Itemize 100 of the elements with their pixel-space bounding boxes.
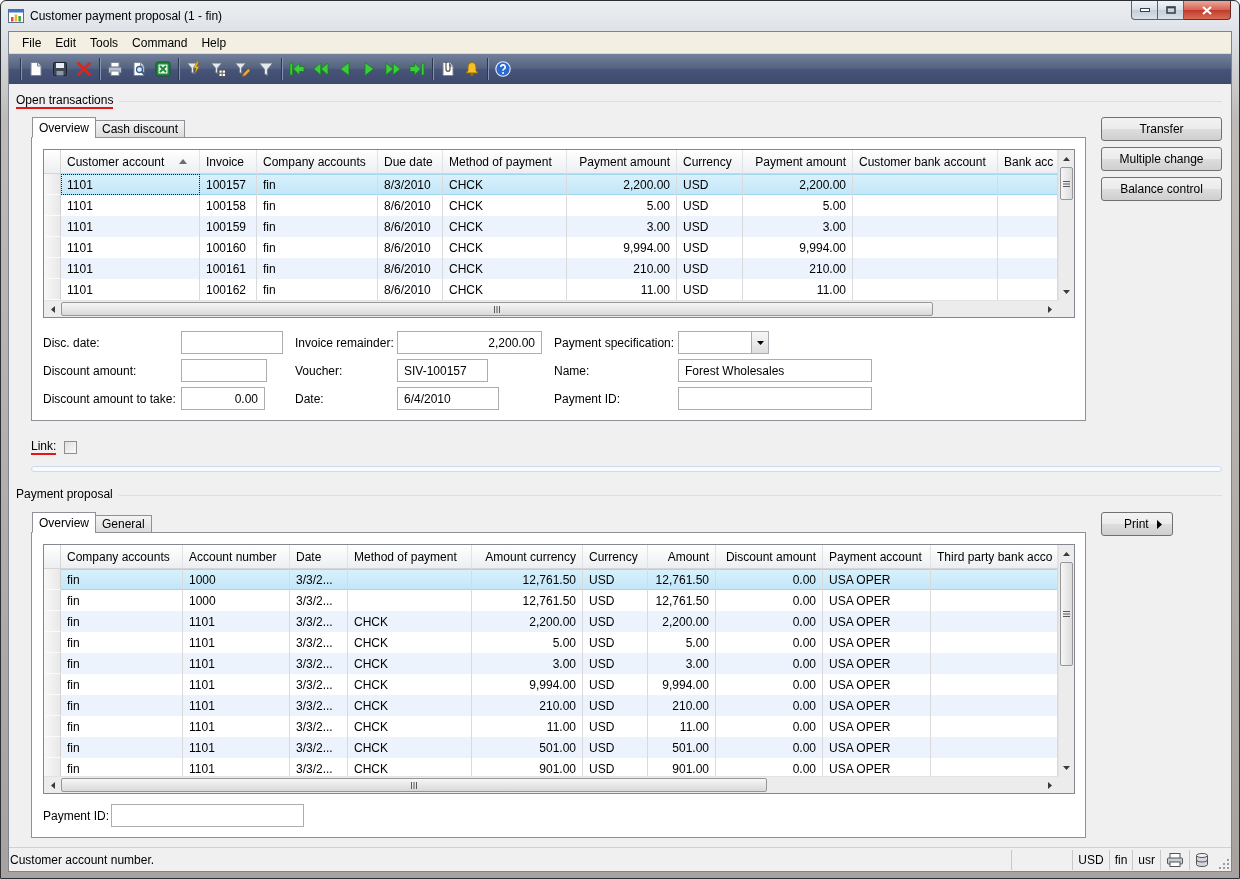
triangle-down-icon[interactable] bbox=[1063, 765, 1070, 770]
input-field[interactable] bbox=[111, 804, 304, 827]
scrollbar-thumb[interactable] bbox=[61, 778, 767, 792]
column-header[interactable]: Company accounts bbox=[257, 150, 378, 173]
triangle-left-icon[interactable] bbox=[50, 781, 55, 789]
menu-item[interactable]: Edit bbox=[48, 33, 84, 52]
table-row[interactable]: fin 1101 3/3/2... CHCK 9,994.00 USD 9,994.00 0.00 USA OPER bbox=[44, 674, 1058, 695]
funnel-icon[interactable] bbox=[258, 61, 274, 77]
column-header[interactable]: Payment amount bbox=[567, 150, 677, 173]
funnel-bolt-icon[interactable] bbox=[186, 61, 202, 77]
dropdown-field[interactable] bbox=[678, 331, 769, 354]
tab[interactable]: Cash discount bbox=[95, 120, 186, 138]
arrow-bar-left-icon[interactable] bbox=[289, 61, 305, 77]
field-label: Payment specification: bbox=[554, 335, 676, 350]
table-row[interactable]: 1101 100159 fin 8/6/2010 CHCK 3.00 USD 3.00 bbox=[44, 216, 1058, 237]
input-field[interactable]: 0.00 bbox=[181, 387, 265, 410]
printer-icon[interactable] bbox=[107, 61, 123, 77]
table-row[interactable]: fin 1101 3/3/2... CHCK 5.00 USD 5.00 0.00 USA OPER bbox=[44, 632, 1058, 653]
column-header[interactable]: Customer bank account bbox=[853, 150, 998, 173]
arrow-left-icon[interactable] bbox=[337, 61, 353, 77]
table-row[interactable]: fin 1101 3/3/2... CHCK 2,200.00 USD 2,200.00 0.00 USA OPER bbox=[44, 611, 1058, 632]
column-header[interactable]: Payment amount bbox=[743, 150, 853, 173]
column-header[interactable]: Due date bbox=[378, 150, 443, 173]
spreadsheet-icon[interactable] bbox=[155, 61, 171, 77]
column-header[interactable]: Payment account bbox=[823, 545, 931, 568]
link-checkbox[interactable] bbox=[64, 440, 78, 454]
triangle-right-icon[interactable] bbox=[1047, 781, 1052, 789]
input-field[interactable] bbox=[678, 387, 872, 410]
resize-grip-icon[interactable] bbox=[1218, 858, 1229, 869]
bell-icon[interactable] bbox=[464, 61, 480, 77]
tab[interactable]: Overview bbox=[32, 117, 96, 138]
table-row[interactable]: 1101 100157 fin 8/3/2010 CHCK 2,200.00 USD 2,200.00 bbox=[44, 174, 1058, 195]
input-field[interactable]: Forest Wholesales bbox=[678, 359, 872, 382]
input-field[interactable]: 6/4/2010 bbox=[397, 387, 499, 410]
menu-item[interactable]: Tools bbox=[83, 33, 126, 52]
menu-button[interactable]: Print bbox=[1101, 512, 1173, 536]
column-header[interactable]: Company accounts bbox=[61, 545, 183, 568]
triangle-right-icon[interactable] bbox=[1047, 305, 1052, 313]
vertical-scrollbar[interactable] bbox=[1058, 150, 1074, 300]
column-header[interactable]: Customer account bbox=[61, 150, 200, 173]
document-icon[interactable] bbox=[28, 61, 44, 77]
input-field[interactable]: SIV-100157 bbox=[397, 359, 488, 382]
table-row[interactable]: fin 1000 3/3/2... 12,761.50 USD 12,761.50 0.00 USA OPER bbox=[44, 590, 1058, 611]
document-magnifier-icon[interactable] bbox=[131, 61, 147, 77]
double-arrow-right-icon[interactable] bbox=[385, 61, 401, 77]
menu-item[interactable]: File bbox=[15, 33, 49, 52]
column-header[interactable]: Account number bbox=[183, 545, 290, 568]
column-header[interactable]: Invoice bbox=[200, 150, 257, 173]
status-panel: fin bbox=[1108, 849, 1133, 870]
scrollbar-thumb[interactable] bbox=[61, 302, 934, 316]
table-row[interactable]: 1101 100162 fin 8/6/2010 CHCK 11.00 USD 11.00 bbox=[44, 279, 1058, 300]
tab[interactable]: General bbox=[95, 515, 152, 533]
table-row[interactable]: fin 1101 3/3/2... CHCK 901.00 USD 901.00 0.00 USA OPER bbox=[44, 758, 1058, 776]
input-field[interactable] bbox=[181, 331, 283, 354]
column-header[interactable]: Amount currency bbox=[472, 545, 583, 568]
scrollbar-thumb[interactable] bbox=[1060, 562, 1073, 666]
table-row[interactable]: fin 1101 3/3/2... CHCK 210.00 USD 210.00 0.00 USA OPER bbox=[44, 695, 1058, 716]
funnel-pencil-icon[interactable] bbox=[234, 61, 250, 77]
column-header[interactable]: Amount bbox=[648, 545, 716, 568]
column-header[interactable]: Method of payment bbox=[348, 545, 472, 568]
input-field[interactable] bbox=[181, 359, 267, 382]
table-row[interactable]: 1101 100158 fin 8/6/2010 CHCK 5.00 USD 5.00 bbox=[44, 195, 1058, 216]
column-header[interactable]: Date bbox=[290, 545, 348, 568]
help-icon[interactable] bbox=[495, 61, 511, 77]
column-header[interactable]: Currency bbox=[583, 545, 648, 568]
table-row[interactable]: fin 1101 3/3/2... CHCK 11.00 USD 11.00 0.00 USA OPER bbox=[44, 716, 1058, 737]
vertical-scrollbar[interactable] bbox=[1058, 545, 1074, 776]
minimize-button[interactable] bbox=[1131, 1, 1158, 20]
action-button[interactable]: Multiple change bbox=[1101, 147, 1222, 171]
triangle-down-icon[interactable] bbox=[1063, 289, 1070, 294]
column-header[interactable]: Method of payment bbox=[443, 150, 567, 173]
table-row[interactable]: fin 1101 3/3/2... CHCK 3.00 USD 3.00 0.00 USA OPER bbox=[44, 653, 1058, 674]
horizontal-scrollbar[interactable] bbox=[44, 300, 1058, 317]
arrow-bar-right-icon[interactable] bbox=[409, 61, 425, 77]
tab[interactable]: Overview bbox=[32, 512, 96, 533]
column-header[interactable]: Discount amount bbox=[716, 545, 823, 568]
section-title: Payment proposal bbox=[16, 487, 113, 503]
action-button[interactable]: Transfer bbox=[1101, 117, 1222, 141]
horizontal-scrollbar[interactable] bbox=[44, 776, 1058, 793]
table-row[interactable]: 1101 100161 fin 8/6/2010 CHCK 210.00 USD 210.00 bbox=[44, 258, 1058, 279]
action-button[interactable]: Balance control bbox=[1101, 177, 1222, 201]
triangle-up-icon[interactable] bbox=[1063, 156, 1070, 161]
field-label: Voucher: bbox=[295, 363, 344, 378]
column-header[interactable]: Currency bbox=[677, 150, 743, 173]
clip-document-icon[interactable] bbox=[440, 61, 456, 77]
table-row[interactable]: fin 1101 3/3/2... CHCK 501.00 USD 501.00 0.00 USA OPER bbox=[44, 737, 1058, 758]
double-arrow-left-icon[interactable] bbox=[313, 61, 329, 77]
menu-item[interactable]: Help bbox=[194, 33, 234, 52]
table-row[interactable]: 1101 100160 fin 8/6/2010 CHCK 9,994.00 USD 9,994.00 bbox=[44, 237, 1058, 258]
scrollbar-thumb[interactable] bbox=[1060, 167, 1073, 200]
arrow-right-icon[interactable] bbox=[361, 61, 377, 77]
triangle-up-icon[interactable] bbox=[1063, 551, 1070, 556]
funnel-grid-icon[interactable] bbox=[210, 61, 226, 77]
close-button[interactable] bbox=[1184, 1, 1231, 20]
maximize-button[interactable] bbox=[1158, 1, 1184, 20]
input-field[interactable]: 2,200.00 bbox=[397, 331, 542, 354]
triangle-left-icon[interactable] bbox=[50, 305, 55, 313]
menu-item[interactable]: Command bbox=[125, 33, 195, 52]
x-mark-icon[interactable] bbox=[76, 61, 92, 77]
table-row[interactable]: fin 1000 3/3/2... 12,761.50 USD 12,761.50 0.00 USA OPER bbox=[44, 569, 1058, 590]
